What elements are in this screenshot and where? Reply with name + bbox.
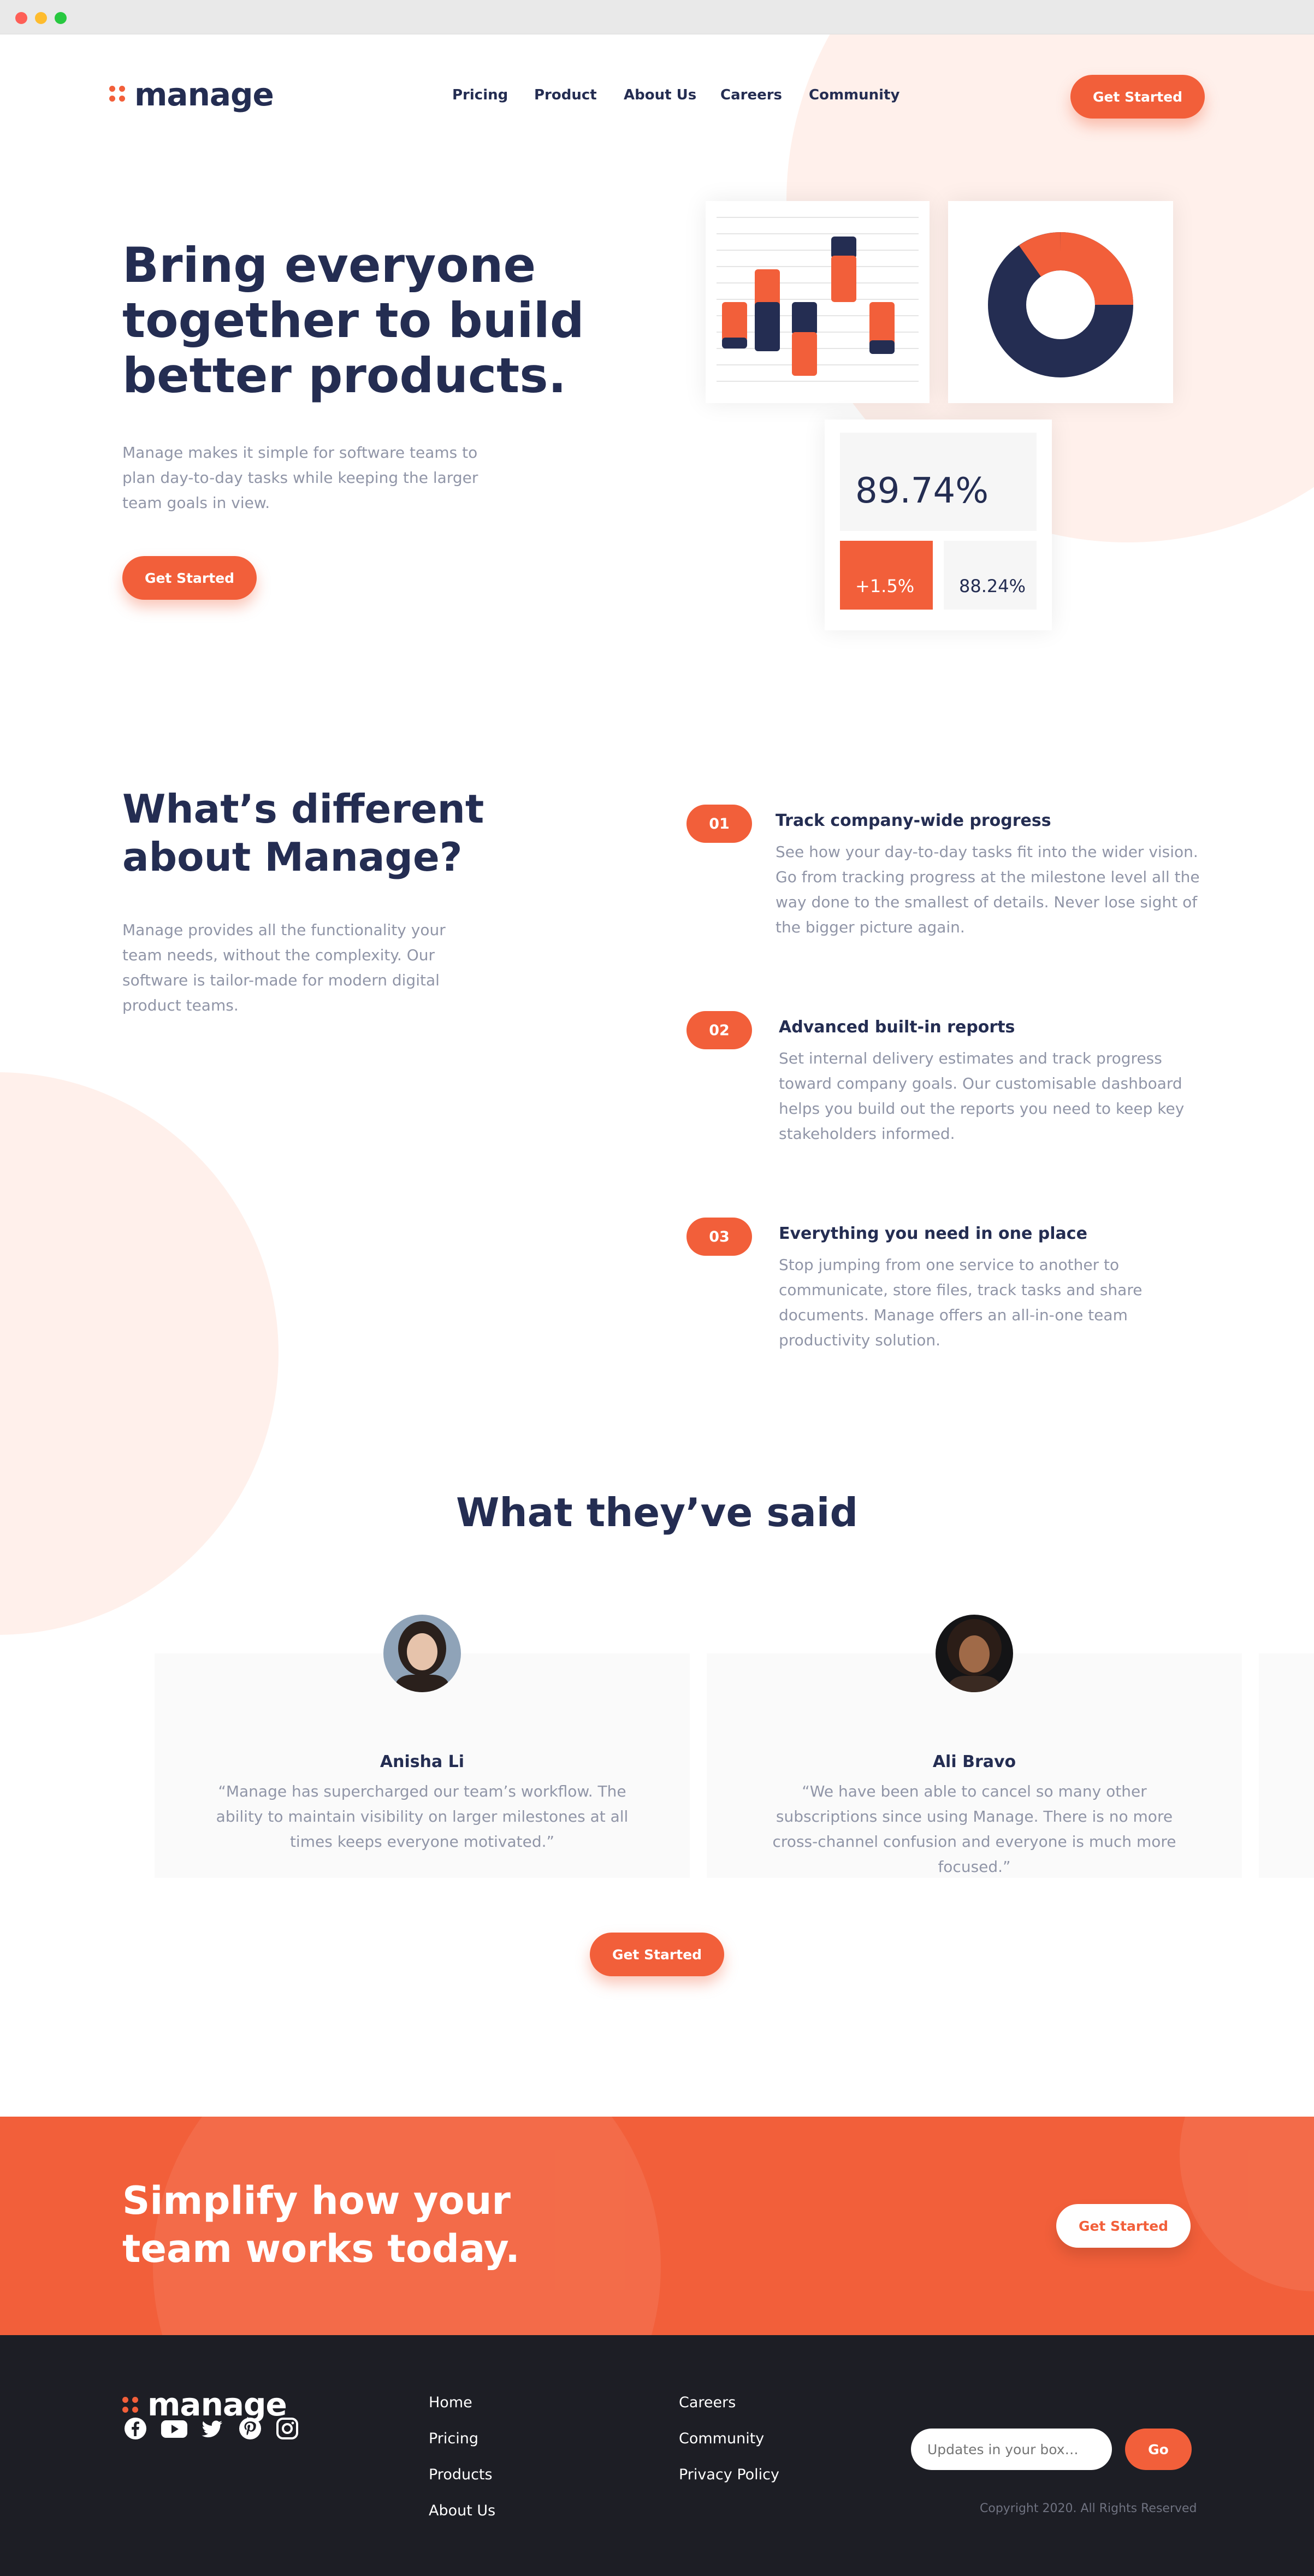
feature-number-01: 01 xyxy=(686,805,752,843)
logo-icon[interactable] xyxy=(109,86,127,103)
stat-delta-value: +1.5% xyxy=(855,576,915,596)
nav-community[interactable]: Community xyxy=(809,87,899,103)
twitter-icon[interactable] xyxy=(200,2417,224,2441)
testimonial-name: Ali Bravo xyxy=(932,1752,1016,1771)
testimonials-get-started-button[interactable]: Get Started xyxy=(590,1933,724,1976)
page: manage Pricing Product About Us Careers … xyxy=(0,34,1314,2576)
newsletter-go-button[interactable]: Go xyxy=(1125,2429,1192,2470)
footer-link-home[interactable]: Home xyxy=(429,2394,472,2411)
hero-get-started-button[interactable]: Get Started xyxy=(122,556,257,600)
bar-chart-card xyxy=(706,201,930,403)
nav-pricing[interactable]: Pricing xyxy=(452,87,508,103)
feature-title-01: Track company-wide progress xyxy=(776,811,1051,830)
cta-band-get-started-button[interactable]: Get Started xyxy=(1056,2204,1191,2248)
feature-title-02: Advanced built-in reports xyxy=(779,1018,1015,1037)
hero-description: Manage makes it simple for software team… xyxy=(122,444,478,512)
logo-wordmark[interactable]: manage xyxy=(134,76,274,113)
hero-title: Bring everyone together to build better … xyxy=(122,237,584,404)
browser-chrome xyxy=(0,0,1314,34)
testimonials-title: What they’ve said xyxy=(455,1490,859,1535)
bar-chart-graphic xyxy=(717,217,919,382)
facebook-icon[interactable] xyxy=(123,2417,147,2441)
footer-link-pricing[interactable]: Pricing xyxy=(429,2430,478,2447)
footer-link-community[interactable]: Community xyxy=(679,2430,764,2447)
feature-number-03: 03 xyxy=(686,1218,752,1256)
footer-logo-icon[interactable] xyxy=(122,2397,140,2414)
minimize-window-dot[interactable] xyxy=(35,12,47,24)
testimonial-quote: “Manage has supercharged our team’s work… xyxy=(216,1782,629,1851)
feature-desc-01: See how your day-to-day tasks fit into t… xyxy=(776,843,1200,936)
avatar-anisha xyxy=(383,1615,461,1692)
close-window-dot[interactable] xyxy=(15,12,27,24)
feature-title-03: Everything you need in one place xyxy=(779,1224,1087,1243)
cta-band-title: Simplify how your team works today. xyxy=(122,2178,520,2271)
stat-main-value: 89.74% xyxy=(855,471,989,511)
copyright-text: Copyright 2020. All Rights Reserved xyxy=(980,2502,1197,2515)
features-title: What’s different about Manage? xyxy=(122,786,484,880)
feature-desc-02: Set internal delivery estimates and trac… xyxy=(779,1049,1185,1143)
stat-secondary-value: 88.24% xyxy=(959,576,1026,596)
header-get-started-button[interactable]: Get Started xyxy=(1070,75,1205,119)
features-deco-shape xyxy=(0,955,395,1752)
stat-main-panel: 89.74% xyxy=(840,433,1037,531)
testimonial-card-partial xyxy=(1259,1653,1314,1878)
nav-product[interactable]: Product xyxy=(534,87,597,103)
youtube-icon[interactable] xyxy=(161,2417,188,2441)
pinterest-icon[interactable] xyxy=(238,2417,262,2441)
stat-secondary-panel: 88.24% xyxy=(944,541,1037,610)
cta-band: Simplify how your team works today. Get … xyxy=(0,2117,1314,2335)
nav-careers[interactable]: Careers xyxy=(720,87,782,103)
testimonial-name: Anisha Li xyxy=(380,1752,465,1771)
footer-link-about-us[interactable]: About Us xyxy=(429,2502,495,2519)
donut-chart-graphic xyxy=(988,232,1133,377)
stat-delta-panel: +1.5% xyxy=(840,541,933,610)
donut-chart-card xyxy=(948,201,1173,403)
maximize-window-dot[interactable] xyxy=(55,12,67,24)
stats-card: 89.74% +1.5% 88.24% xyxy=(825,420,1052,630)
footer-link-careers[interactable]: Careers xyxy=(679,2394,736,2411)
testimonial-quote: “We have been able to cancel so many oth… xyxy=(772,1782,1176,1876)
footer-link-products[interactable]: Products xyxy=(429,2466,493,2483)
nav-about-us[interactable]: About Us xyxy=(624,87,696,103)
features-description: Manage provides all the functionality yo… xyxy=(122,921,446,1014)
feature-number-02: 02 xyxy=(686,1011,752,1049)
feature-desc-03: Stop jumping from one service to another… xyxy=(779,1256,1143,1349)
footer-link-privacy-policy[interactable]: Privacy Policy xyxy=(679,2466,779,2483)
newsletter-email-input[interactable] xyxy=(911,2429,1112,2470)
instagram-icon[interactable] xyxy=(275,2417,299,2441)
footer xyxy=(0,2335,1314,2576)
cta-band-deco xyxy=(1180,2117,1314,2291)
avatar-ali xyxy=(936,1615,1013,1692)
